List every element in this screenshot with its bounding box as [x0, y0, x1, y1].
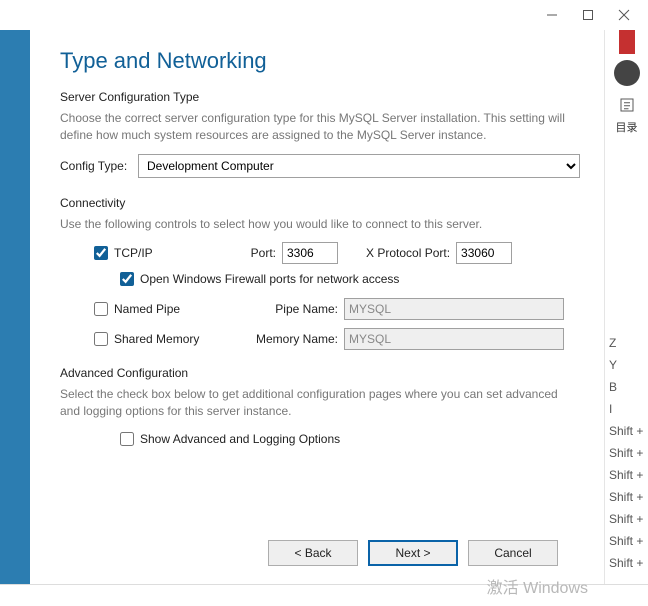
section-server-config-help: Choose the correct server configuration … — [60, 110, 580, 144]
section-connectivity-help: Use the following controls to select how… — [60, 216, 580, 233]
tcpip-checkbox[interactable] — [94, 246, 108, 260]
list-item: Y — [609, 354, 644, 376]
named-pipe-checkbox[interactable] — [94, 302, 108, 316]
next-button[interactable]: Next > — [368, 540, 458, 566]
list-item: Shift + — [609, 530, 644, 552]
advanced-options-checkbox[interactable] — [120, 432, 134, 446]
list-item: Shift + — [609, 508, 644, 530]
list-item: Shift + — [609, 420, 644, 442]
firewall-checkbox[interactable] — [120, 272, 134, 286]
section-server-config-title: Server Configuration Type — [60, 90, 580, 104]
list-item: I — [609, 398, 644, 420]
advanced-options-label: Show Advanced and Logging Options — [140, 432, 340, 446]
right-sidebar: 目录 Z Y B I Shift + Shift + Shift + Shift… — [604, 30, 648, 584]
memory-name-label: Memory Name: — [244, 332, 344, 346]
xprotocol-port-input[interactable] — [456, 242, 512, 264]
xprotocol-port-label: X Protocol Port: — [366, 246, 456, 260]
section-connectivity-title: Connectivity — [60, 196, 580, 210]
list-item: Z — [609, 332, 644, 354]
pipe-name-input — [344, 298, 564, 320]
avatar — [614, 60, 640, 86]
toc-label: 目录 — [616, 119, 638, 135]
cancel-button[interactable]: Cancel — [468, 540, 558, 566]
config-type-label: Config Type: — [60, 159, 138, 173]
memory-name-input — [344, 328, 564, 350]
pipe-name-label: Pipe Name: — [244, 302, 344, 316]
list-item: B — [609, 376, 644, 398]
list-item: Shift + — [609, 486, 644, 508]
section-advanced-help: Select the check box below to get additi… — [60, 386, 580, 420]
list-item: Shift + — [609, 442, 644, 464]
sidebar-badge — [619, 30, 635, 54]
window-titlebar — [0, 0, 648, 30]
list-item: Shift + — [609, 552, 644, 574]
left-sidebar — [0, 30, 30, 584]
page-title: Type and Networking — [60, 48, 580, 74]
shared-memory-label: Shared Memory — [114, 332, 199, 346]
toc-icon[interactable] — [618, 96, 636, 117]
close-button[interactable] — [606, 1, 642, 29]
maximize-button[interactable] — [570, 1, 606, 29]
shortcut-list: Z Y B I Shift + Shift + Shift + Shift + … — [605, 332, 648, 584]
wizard-buttons: < Back Next > Cancel — [60, 540, 580, 574]
config-type-select[interactable]: Development Computer — [138, 154, 580, 178]
shared-memory-checkbox[interactable] — [94, 332, 108, 346]
port-input[interactable] — [282, 242, 338, 264]
list-item: Shift + — [609, 464, 644, 486]
minimize-button[interactable] — [534, 1, 570, 29]
tcpip-label: TCP/IP — [114, 246, 153, 260]
main-panel: Type and Networking Server Configuration… — [30, 30, 604, 584]
back-button[interactable]: < Back — [268, 540, 358, 566]
firewall-label: Open Windows Firewall ports for network … — [140, 272, 399, 286]
named-pipe-label: Named Pipe — [114, 302, 180, 316]
section-advanced-title: Advanced Configuration — [60, 366, 580, 380]
port-label: Port: — [244, 246, 282, 260]
